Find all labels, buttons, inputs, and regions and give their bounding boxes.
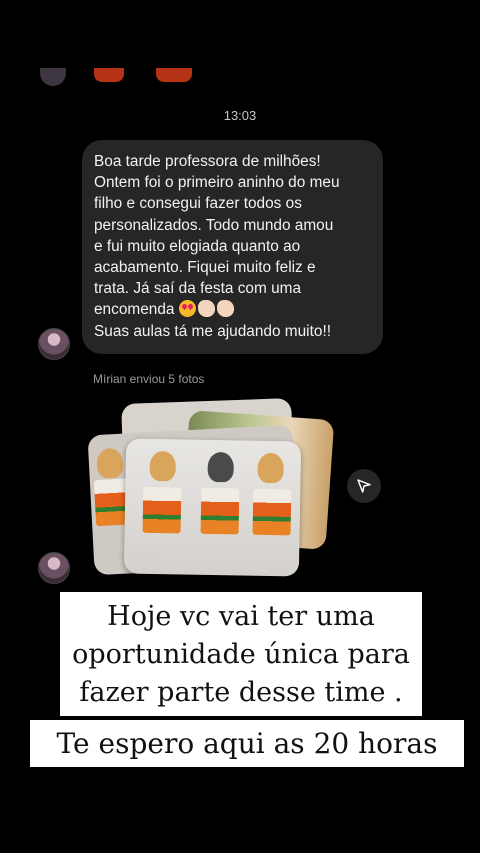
lion-topper <box>257 452 284 484</box>
lion-topper <box>149 450 176 482</box>
message-line: acabamento. Fiquei muito feliz e <box>94 259 316 277</box>
share-icon <box>357 479 371 493</box>
message-line: encomenda <box>94 301 175 319</box>
avatar <box>40 68 66 86</box>
sticker-fragment <box>94 68 124 82</box>
message-line: Suas aulas tá me ajudando muito!! <box>94 322 331 340</box>
invite-banner: Te espero aqui as 20 horas <box>30 720 464 767</box>
sender-avatar[interactable] <box>38 328 70 360</box>
photo-thumbnail-main <box>123 438 302 577</box>
message-line: Ontem foi o primeiro aninho do meu <box>94 174 340 192</box>
lion-topper <box>96 447 124 479</box>
offer-line: oportunidade única para <box>72 639 410 670</box>
share-button[interactable] <box>347 469 381 503</box>
photos-sent-label: Mírian enviou 5 fotos <box>93 372 205 386</box>
offer-banner: Hoje vc vai ter uma oportunidade única p… <box>60 592 422 716</box>
sender-avatar[interactable] <box>38 552 70 584</box>
sticker-fragment <box>156 68 192 82</box>
message-line: personalizados. Todo mundo amou <box>94 216 334 234</box>
party-favor-box <box>252 488 292 536</box>
message-line: e fui muito elogiada quanto ao <box>94 237 301 255</box>
party-favor-box <box>142 486 182 534</box>
smiling-face-with-heart-eyes-icon <box>178 300 196 318</box>
clapping-hands-icon <box>197 300 215 318</box>
message-bubble[interactable]: Boa tarde professora de milhões! Ontem f… <box>82 140 383 354</box>
message-line-with-emojis: encomenda <box>94 299 371 320</box>
message-line: Boa tarde professora de milhões! <box>94 153 321 170</box>
offer-line: fazer parte desse time . <box>79 677 403 708</box>
previous-message-remnant <box>36 64 236 88</box>
photo-stack[interactable] <box>85 395 345 580</box>
clapping-hands-icon <box>216 300 234 318</box>
message-line: filho e consegui fazer todos os <box>94 195 302 213</box>
offer-line: Hoje vc vai ter uma <box>107 601 375 632</box>
message-line: trata. Já saí da festa com uma <box>94 280 302 298</box>
message-timestamp: 13:03 <box>223 108 257 123</box>
party-favor-box <box>200 487 240 535</box>
warthog-topper <box>207 451 234 483</box>
